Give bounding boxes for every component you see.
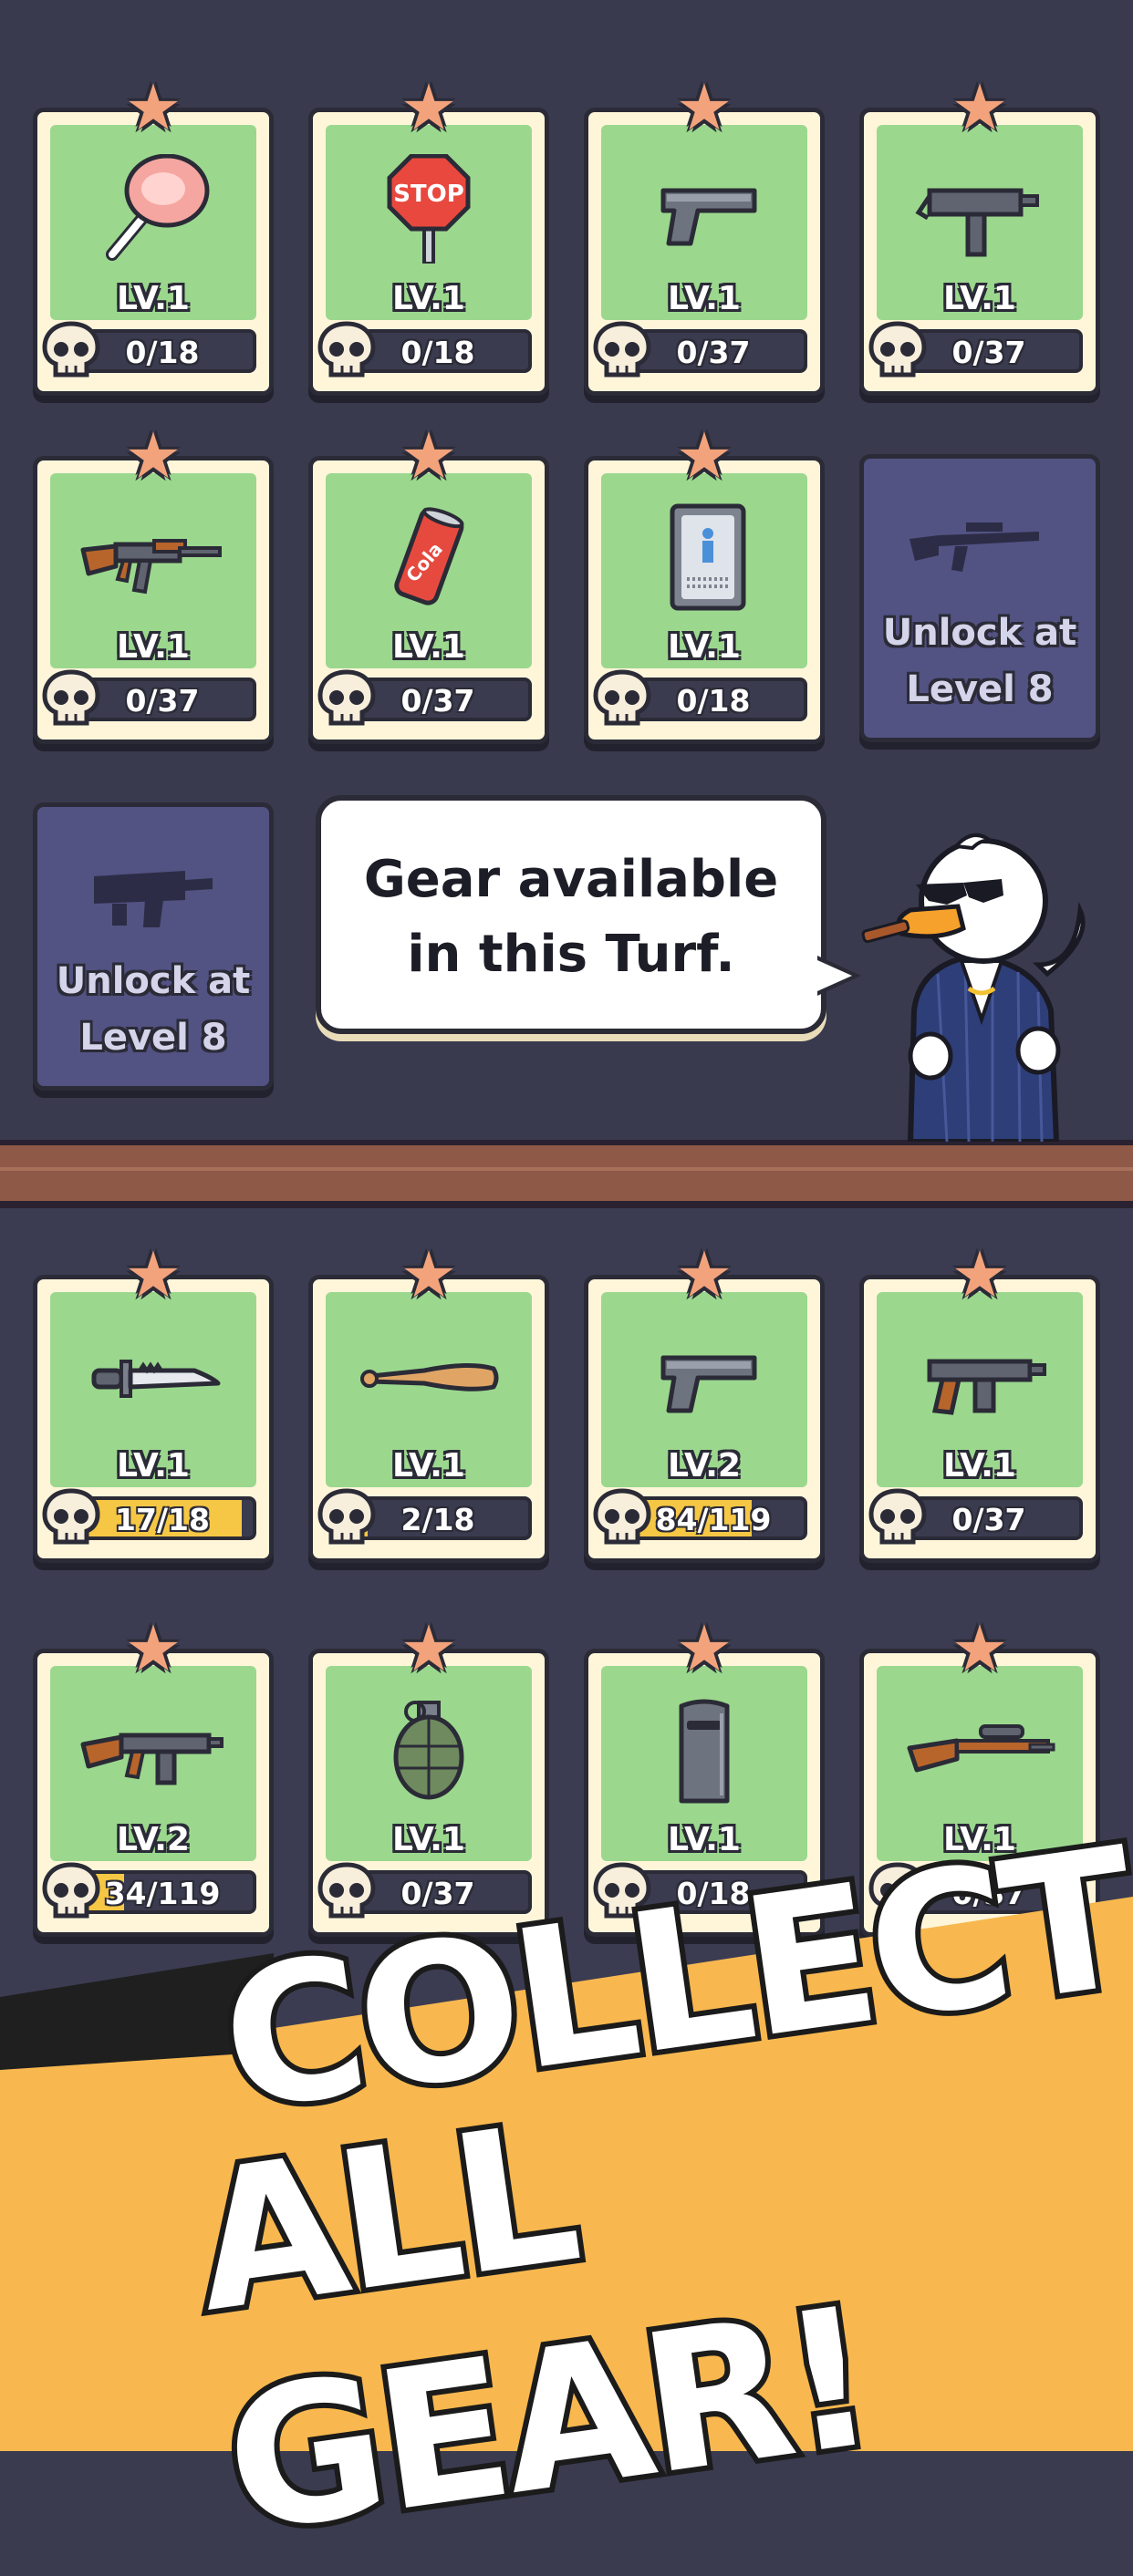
speech-bubble: Gear available in this Turf.: [316, 795, 861, 1034]
svg-text:STOP: STOP: [393, 181, 464, 208]
skull-icon: [868, 1488, 927, 1545]
gear-card[interactable]: ★ LV.1 17/18: [33, 1243, 274, 1563]
level-label: LV.1: [392, 1447, 465, 1485]
gear-card[interactable]: ★ LV.1 0/37: [584, 76, 825, 396]
gear-card[interactable]: ★ LV.1 2/18: [308, 1243, 549, 1563]
tommy-rifle-icon: [80, 1733, 223, 1785]
riot-shield-icon: [679, 1699, 730, 1804]
level-label: LV.2: [668, 1447, 741, 1485]
pistol-icon: [660, 1355, 757, 1413]
level-label: LV.1: [117, 1447, 190, 1485]
star-icon: ★: [675, 1237, 733, 1312]
skull-icon: [317, 669, 376, 726]
soda-can-icon: Cola: [394, 507, 464, 605]
gear-card[interactable]: ★ Cola LV.1 0/37: [308, 424, 549, 744]
skull-icon: [868, 321, 927, 378]
locked-gear-card[interactable]: Unlock at Level 8: [33, 802, 274, 1091]
gear-card[interactable]: ★ LV.2 84/119: [584, 1243, 825, 1563]
level-label: LV.1: [392, 280, 465, 317]
gear-card[interactable]: ★ LV.2 34/119: [33, 1617, 274, 1937]
pistol-icon: [660, 188, 757, 246]
gear-card[interactable]: ★ LV.1 0/37: [859, 76, 1100, 396]
level-label: LV.1: [943, 280, 1016, 317]
tommy-gun-icon: [927, 1359, 1046, 1415]
gear-card[interactable]: ★ LV.1 0/18: [33, 76, 274, 396]
star-icon: ★: [400, 1611, 458, 1686]
skull-icon: [317, 1488, 376, 1545]
grenade-icon: [393, 1701, 464, 1800]
ham-icon: [106, 154, 210, 261]
star-icon: ★: [675, 70, 733, 145]
level-label: LV.1: [943, 1447, 1016, 1485]
star-icon: ★: [124, 1611, 182, 1686]
heavy-gun-silhouette-icon: [94, 871, 213, 927]
skull-icon: [593, 321, 651, 378]
baseball-bat-icon: [360, 1362, 499, 1391]
gear-card[interactable]: ★ LV.1 0/18: [584, 424, 825, 744]
sniper-rifle-icon: [907, 1724, 1055, 1773]
level-label: LV.1: [117, 280, 190, 317]
skull-icon: [42, 1488, 100, 1545]
star-icon: ★: [675, 1611, 733, 1686]
locked-gear-card[interactable]: Unlock at Level 8: [859, 454, 1100, 742]
unlock-level-label: Level 8: [79, 1017, 227, 1059]
uzi-icon: [915, 188, 1039, 257]
shelf-divider: [0, 1140, 1133, 1208]
unlock-label: Unlock at: [56, 960, 251, 1002]
star-icon: ★: [124, 70, 182, 145]
knife-icon: [91, 1360, 221, 1398]
star-icon: ★: [400, 419, 458, 493]
level-label: LV.1: [668, 280, 741, 317]
sniper-silhouette-icon: [910, 522, 1039, 572]
level-label: LV.2: [117, 1821, 190, 1858]
skull-icon: [317, 321, 376, 378]
speech-line-2: in this Turf.: [407, 925, 735, 984]
star-icon: ★: [400, 1237, 458, 1312]
level-label: LV.1: [117, 628, 190, 666]
star-icon: ★: [675, 419, 733, 493]
star-icon: ★: [124, 1237, 182, 1312]
id-card-icon: [670, 503, 746, 611]
unlock-level-label: Level 8: [906, 668, 1054, 710]
star-icon: ★: [951, 70, 1009, 145]
star-icon: ★: [951, 1237, 1009, 1312]
duck-mascot-image: [861, 833, 1086, 1142]
promo-banner: COLLECT ALL GEAR!: [0, 1801, 1133, 2576]
gear-card[interactable]: ★ STOP LV.1 0/18: [308, 76, 549, 396]
stop-sign-icon: STOP: [387, 154, 471, 264]
skull-icon: [42, 669, 100, 726]
skull-icon: [593, 1488, 651, 1545]
level-label: LV.1: [668, 628, 741, 666]
star-icon: ★: [951, 1611, 1009, 1686]
gear-card[interactable]: ★ LV.1 0/37: [33, 424, 274, 744]
unlock-label: Unlock at: [882, 612, 1077, 654]
assault-rifle-icon: [80, 539, 222, 595]
star-icon: ★: [400, 70, 458, 145]
level-label: LV.1: [392, 1821, 465, 1858]
skull-icon: [42, 321, 100, 378]
star-icon: ★: [124, 419, 182, 493]
gear-card[interactable]: ★ LV.1 0/37: [859, 1243, 1100, 1563]
speech-line-1: Gear available: [363, 850, 779, 909]
skull-icon: [593, 669, 651, 726]
level-label: LV.1: [392, 628, 465, 666]
